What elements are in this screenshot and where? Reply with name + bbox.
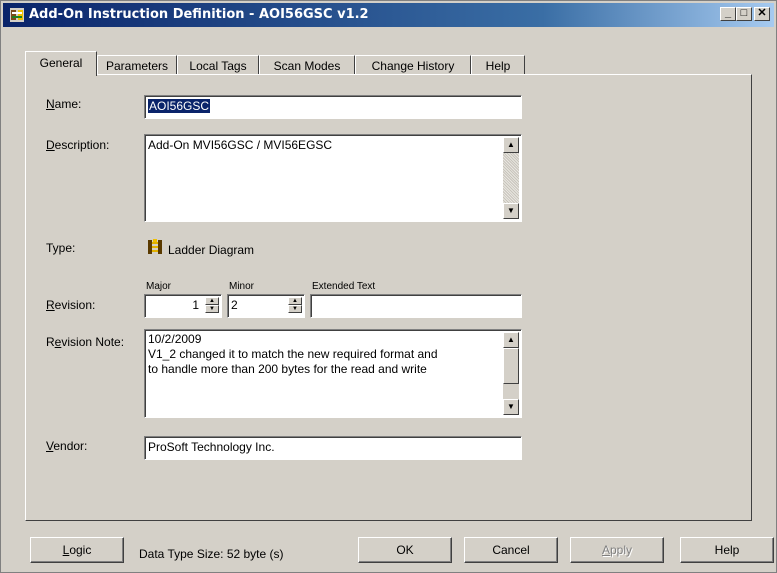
name-field[interactable]: AOI56GSC	[144, 95, 522, 119]
scroll-down-button[interactable]: ▼	[503, 203, 519, 219]
restore-icon: □	[740, 7, 748, 19]
major-revision-stepper[interactable]: 1 ▲ ▼	[144, 294, 222, 318]
window-title: Add-On Instruction Definition - AOI56GSC…	[29, 7, 369, 22]
title-bar[interactable]: Add-On Instruction Definition - AOI56GSC…	[3, 3, 774, 27]
arrow-up-icon: ▲	[507, 335, 515, 344]
add-on-instruction-window: Add-On Instruction Definition - AOI56GSC…	[0, 0, 777, 573]
add-on-instruction-icon	[10, 8, 24, 22]
scroll-thumb[interactable]	[503, 348, 519, 384]
minor-label: Minor	[229, 281, 255, 292]
description-label: Description:	[46, 138, 110, 152]
minor-spin-buttons[interactable]: ▲ ▼	[288, 297, 302, 313]
tab-help[interactable]: Help	[471, 55, 525, 75]
extended-text-field[interactable]	[310, 294, 522, 318]
apply-button[interactable]: Apply	[570, 537, 664, 563]
close-icon: ✕	[757, 7, 767, 19]
name-value: AOI56GSC	[148, 99, 211, 113]
tab-general[interactable]: General	[25, 51, 97, 76]
spin-down-icon[interactable]: ▼	[288, 305, 302, 313]
type-label: Type:	[46, 241, 76, 255]
arrow-down-icon: ▼	[507, 206, 515, 215]
tab-scan-modes[interactable]: Scan Modes	[259, 55, 355, 75]
tab-change-history[interactable]: Change History	[355, 55, 471, 75]
tab-parameters[interactable]: Parameters	[97, 55, 177, 75]
minor-revision-stepper[interactable]: 2 ▲ ▼	[227, 294, 305, 318]
name-label: Name:	[46, 97, 82, 111]
major-label: Major	[146, 281, 172, 292]
restore-button[interactable]: □	[736, 7, 752, 21]
cancel-button[interactable]: Cancel	[464, 537, 558, 563]
revision-note-scrollbar[interactable]: ▲ ▼	[503, 332, 519, 415]
arrow-down-icon: ▼	[507, 402, 515, 411]
tab-local-tags[interactable]: Local Tags	[177, 55, 259, 75]
ladder-diagram-icon	[148, 239, 162, 254]
type-value: Ladder Diagram	[168, 243, 255, 257]
spin-down-icon[interactable]: ▼	[205, 305, 219, 313]
minor-value: 2	[231, 298, 238, 312]
vendor-label: Vendor:	[46, 439, 88, 453]
scroll-down-button[interactable]: ▼	[503, 399, 519, 415]
revision-note-line: 10/2/2009	[148, 332, 202, 346]
help-button[interactable]: Help	[680, 537, 774, 563]
spin-up-icon[interactable]: ▲	[288, 297, 302, 305]
ok-button[interactable]: OK	[358, 537, 452, 563]
scroll-up-button[interactable]: ▲	[503, 137, 519, 153]
revision-label: Revision:	[46, 298, 96, 312]
description-value: Add-On MVI56GSC / MVI56EGSC	[148, 138, 333, 152]
description-field[interactable]: Add-On MVI56GSC / MVI56EGSC ▲ ▼	[144, 134, 522, 222]
logic-button[interactable]: Logic	[30, 537, 124, 563]
spin-up-icon[interactable]: ▲	[205, 297, 219, 305]
minimize-button[interactable]: _	[720, 7, 736, 21]
revision-note-line: V1_2 changed it to match the new require…	[148, 347, 438, 361]
major-spin-buttons[interactable]: ▲ ▼	[205, 297, 219, 313]
data-type-size: Data Type Size: 52 byte (s)	[139, 547, 284, 561]
scroll-up-button[interactable]: ▲	[503, 332, 519, 348]
vendor-value: ProSoft Technology Inc.	[148, 440, 275, 454]
revision-note-label: Revision Note:	[46, 335, 125, 349]
major-value: 1	[192, 298, 199, 312]
vendor-field[interactable]: ProSoft Technology Inc.	[144, 436, 522, 460]
close-button[interactable]: ✕	[754, 7, 770, 21]
arrow-up-icon: ▲	[507, 140, 515, 149]
minimize-icon: _	[724, 7, 732, 19]
description-scrollbar[interactable]: ▲ ▼	[503, 137, 519, 219]
revision-note-line: to handle more than 200 bytes for the re…	[148, 362, 427, 376]
revision-note-field[interactable]: 10/2/2009 V1_2 changed it to match the n…	[144, 329, 522, 418]
extended-text-label: Extended Text	[312, 281, 376, 292]
